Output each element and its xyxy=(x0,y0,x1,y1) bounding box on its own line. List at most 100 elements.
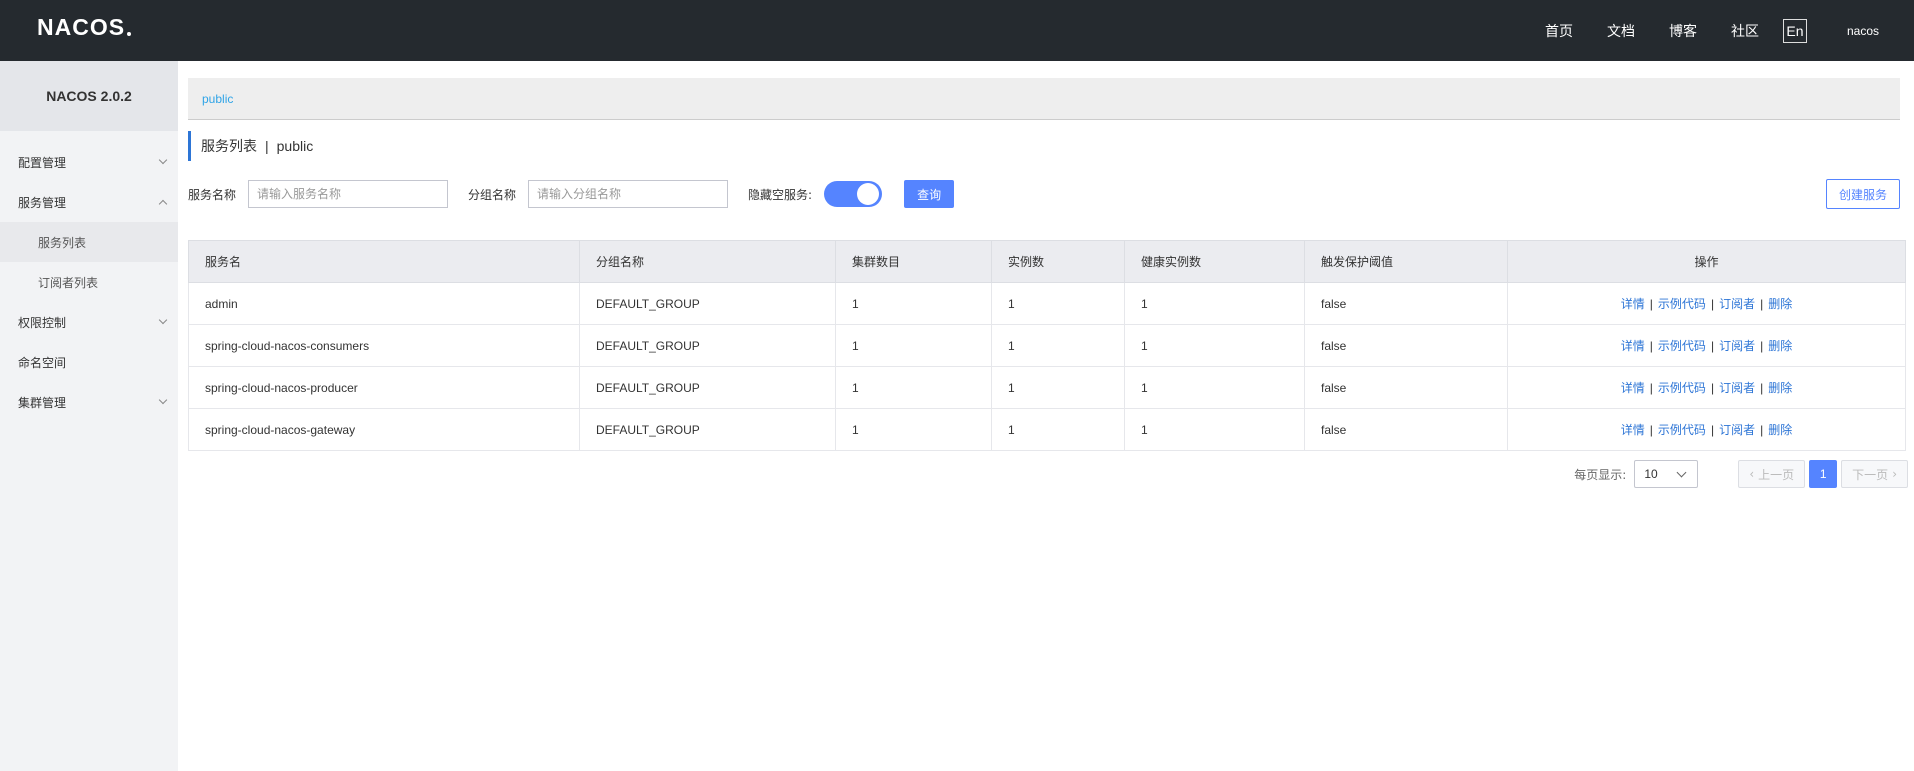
top-nav: 首页 文档 博客 社区 En nacos xyxy=(1545,0,1914,61)
nav-docs[interactable]: 文档 xyxy=(1607,21,1635,41)
table-row: admin DEFAULT_GROUP 1 1 1 false 详情 | 示例代码 | 订阅者 | 删除 xyxy=(188,282,1906,325)
create-service-button[interactable]: 创建服务 xyxy=(1825,179,1900,209)
filter-bar: 服务名称 分组名称 隐藏空服务: 查询 创建服务 xyxy=(188,179,1900,209)
main-content: public 服务列表 | public 服务名称 分组名称 隐藏空服务: 查询… xyxy=(178,61,1914,771)
sidebar-item-label: 配置管理 xyxy=(18,155,67,170)
cell-service-name: spring-cloud-nacos-gateway xyxy=(188,408,580,451)
subscribers-link[interactable]: 订阅者 xyxy=(1719,339,1755,353)
namespace-bar: public xyxy=(188,78,1900,120)
delete-link[interactable]: 删除 xyxy=(1768,423,1792,437)
cell-instance-count: 1 xyxy=(991,324,1125,367)
action-separator: | xyxy=(1649,339,1653,353)
chevron-up-icon xyxy=(158,199,168,209)
sidebar-item-label: 权限控制 xyxy=(18,315,67,330)
action-separator: | xyxy=(1710,339,1715,353)
hide-empty-label: 隐藏空服务: xyxy=(748,187,813,202)
table-header-row: 服务名 分组名称 集群数目 实例数 健康实例数 触发保护阈值 操作 xyxy=(188,240,1906,283)
delete-link[interactable]: 删除 xyxy=(1768,339,1792,353)
nav-community[interactable]: 社区 xyxy=(1731,21,1759,41)
col-cluster-count[interactable]: 集群数目 xyxy=(835,240,992,283)
user-name[interactable]: nacos xyxy=(1847,24,1879,38)
cell-group-name: DEFAULT_GROUP xyxy=(579,324,836,367)
subscribers-link[interactable]: 订阅者 xyxy=(1719,423,1755,437)
action-separator: | xyxy=(1760,381,1764,395)
nav-blog[interactable]: 博客 xyxy=(1669,21,1697,41)
col-protect-threshold[interactable]: 触发保护阈值 xyxy=(1304,240,1508,283)
logo-dot xyxy=(127,32,132,36)
action-separator: | xyxy=(1710,381,1715,395)
action-separator: | xyxy=(1760,423,1764,437)
cell-healthy-count: 1 xyxy=(1124,282,1305,325)
col-healthy-count[interactable]: 健康实例数 xyxy=(1124,240,1305,283)
sample-code-link[interactable]: 示例代码 xyxy=(1658,423,1706,437)
detail-link[interactable]: 详情 xyxy=(1621,381,1645,395)
detail-link[interactable]: 详情 xyxy=(1621,423,1645,437)
nacos-logo[interactable]: NACOS xyxy=(37,14,132,40)
sample-code-link[interactable]: 示例代码 xyxy=(1658,381,1706,395)
cell-operations: 详情 | 示例代码 | 订阅者 | 删除 xyxy=(1507,408,1906,451)
cell-operations: 详情 | 示例代码 | 订阅者 | 删除 xyxy=(1507,282,1906,325)
sidebar-item-label: 命名空间 xyxy=(18,355,67,370)
col-operations: 操作 xyxy=(1507,240,1906,283)
cell-instance-count: 1 xyxy=(991,282,1125,325)
action-separator: | xyxy=(1649,381,1653,395)
prev-page-button[interactable]: ‹ 上一页 xyxy=(1738,460,1806,488)
delete-link[interactable]: 删除 xyxy=(1768,381,1792,395)
action-separator: | xyxy=(1649,423,1653,437)
sidebar-item-label: 订阅者列表 xyxy=(38,275,99,290)
page-size-value: 10 xyxy=(1644,467,1658,481)
col-instance-count[interactable]: 实例数 xyxy=(991,240,1125,283)
chevron-left-icon: ‹ xyxy=(1749,467,1755,481)
page-size-select[interactable]: 10 xyxy=(1634,460,1699,488)
action-separator: | xyxy=(1649,297,1653,311)
col-group-name[interactable]: 分组名称 xyxy=(579,240,836,283)
sidebar-item-label: 服务管理 xyxy=(18,195,67,210)
query-button[interactable]: 查询 xyxy=(904,180,955,208)
sidebar-item-subscribers[interactable]: 订阅者列表 xyxy=(0,262,178,302)
cell-cluster-count: 1 xyxy=(835,366,992,409)
chevron-right-icon: › xyxy=(1892,467,1897,481)
cell-cluster-count: 1 xyxy=(835,324,992,367)
cell-protect-threshold: false xyxy=(1304,408,1508,451)
page-title-text: 服务列表 xyxy=(201,138,257,154)
cell-protect-threshold: false xyxy=(1304,366,1508,409)
subscribers-link[interactable]: 订阅者 xyxy=(1719,381,1755,395)
cell-operations: 详情 | 示例代码 | 订阅者 | 删除 xyxy=(1507,324,1906,367)
sample-code-link[interactable]: 示例代码 xyxy=(1658,339,1706,353)
group-name-input[interactable] xyxy=(528,180,729,208)
col-service-name[interactable]: 服务名 xyxy=(188,240,580,283)
page-size-label: 每页显示: xyxy=(1574,467,1627,482)
table-row: spring-cloud-nacos-producer DEFAULT_GROUP… xyxy=(188,366,1906,409)
sidebar-item-service-list[interactable]: 服务列表 xyxy=(0,222,178,262)
hide-empty-toggle[interactable] xyxy=(824,181,883,207)
cell-group-name: DEFAULT_GROUP xyxy=(579,282,836,325)
cell-service-name: spring-cloud-nacos-consumers xyxy=(188,324,580,367)
cell-healthy-count: 1 xyxy=(1124,408,1305,451)
sidebar-item-namespace[interactable]: 命名空间 xyxy=(0,342,178,382)
sidebar-item-label: 服务列表 xyxy=(38,235,87,250)
sidebar-item-service[interactable]: 服务管理 xyxy=(0,182,178,222)
delete-link[interactable]: 删除 xyxy=(1768,297,1792,311)
cell-group-name: DEFAULT_GROUP xyxy=(579,408,836,451)
sidebar-item-cluster[interactable]: 集群管理 xyxy=(0,382,178,422)
service-name-input[interactable] xyxy=(248,180,449,208)
action-separator: | xyxy=(1760,339,1764,353)
detail-link[interactable]: 详情 xyxy=(1621,339,1645,353)
action-separator: | xyxy=(1760,297,1764,311)
cell-protect-threshold: false xyxy=(1304,282,1508,325)
sidebar-item-config[interactable]: 配置管理 xyxy=(0,142,178,182)
namespace-link[interactable]: public xyxy=(202,92,233,106)
sample-code-link[interactable]: 示例代码 xyxy=(1658,297,1706,311)
pagination: 每页显示: 10 ‹ 上一页 1 下一页 › xyxy=(1574,460,1908,488)
page-number-current[interactable]: 1 xyxy=(1809,460,1838,488)
language-switch-button[interactable]: En xyxy=(1782,18,1807,43)
next-page-button[interactable]: 下一页 › xyxy=(1841,460,1908,488)
chevron-down-icon xyxy=(158,315,168,325)
subscribers-link[interactable]: 订阅者 xyxy=(1719,297,1755,311)
nav-home[interactable]: 首页 xyxy=(1545,21,1573,41)
chevron-down-icon xyxy=(158,395,168,405)
action-separator: | xyxy=(1710,423,1715,437)
detail-link[interactable]: 详情 xyxy=(1621,297,1645,311)
next-page-label: 下一页 xyxy=(1852,467,1889,482)
sidebar-item-auth[interactable]: 权限控制 xyxy=(0,302,178,342)
